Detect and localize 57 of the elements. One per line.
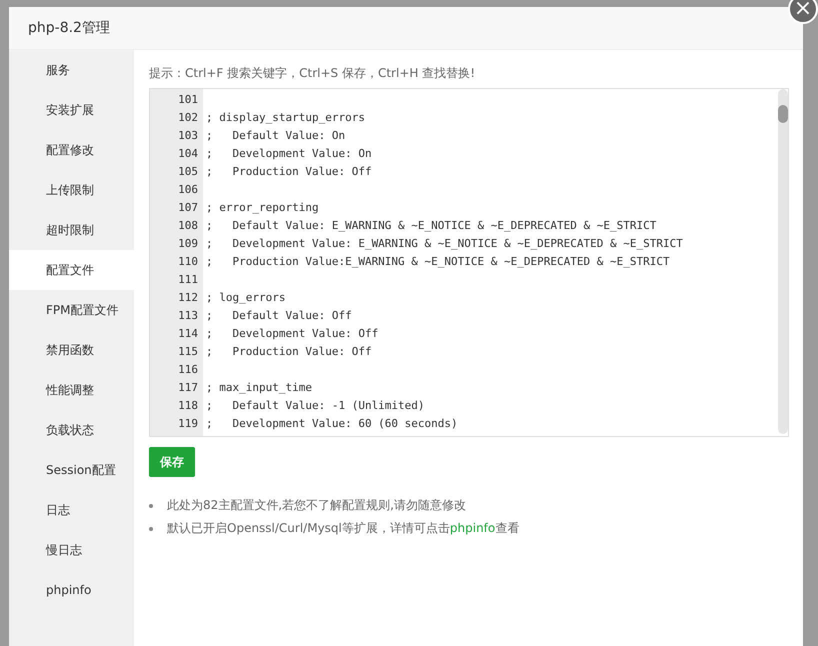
sidebar-item[interactable]: 日志 — [9, 490, 134, 530]
code-line: ; Production Value:E_WARNING & ~E_NOTICE & ~E_DEPRECATED & ~E_STRICT — [206, 255, 670, 268]
bullet-icon — [149, 504, 153, 508]
code-line: ; max_input_time — [206, 381, 312, 394]
line-number: 105 — [178, 165, 198, 178]
code-line: ; Default Value: -1 (Unlimited) — [206, 399, 425, 412]
scrollbar-thumb[interactable] — [778, 105, 788, 123]
line-number: 104 — [178, 147, 198, 160]
code-line: ; Development Value: On — [206, 147, 372, 160]
code-line: ; Development Value: Off — [206, 327, 378, 340]
line-number: 110 — [178, 255, 198, 268]
line-number: 119 — [178, 417, 198, 430]
line-number: 108 — [178, 219, 198, 232]
hint-text: 提示：Ctrl+F 搜索关键字，Ctrl+S 保存，Ctrl+H 查找替换! — [149, 65, 476, 80]
sidebar-item[interactable]: 服务 — [9, 50, 134, 90]
code-line: ; Default Value: Off — [206, 309, 352, 322]
line-number: 102 — [178, 111, 198, 124]
dialog-title: php-8.2管理 — [28, 19, 110, 37]
sidebar-item[interactable]: 慢日志 — [9, 530, 134, 570]
sidebar-item[interactable]: FPM配置文件 — [9, 290, 134, 330]
line-number: 114 — [178, 327, 198, 340]
code-line: ; Default Value: E_WARNING & ~E_NOTICE & ~E_DEPRECATED & ~E_STRICT — [206, 219, 656, 232]
close-button[interactable]: × — [788, 0, 818, 24]
sidebar-item[interactable]: 安装扩展 — [9, 90, 134, 130]
line-number: 116 — [178, 363, 198, 376]
bullet-icon — [149, 526, 153, 530]
line-number: 111 — [178, 273, 198, 286]
code-line: ; log_errors — [206, 291, 286, 304]
line-number: 107 — [178, 201, 198, 214]
sidebar-item[interactable]: phpinfo — [9, 570, 134, 610]
code-line: ; display_startup_errors — [206, 111, 365, 124]
line-number: 118 — [178, 399, 198, 412]
sidebar-item[interactable]: 上传限制 — [9, 170, 134, 210]
line-number: 106 — [178, 183, 198, 196]
sidebar-item[interactable]: 超时限制 — [9, 210, 134, 250]
code-line: ; Development Value: 60 (60 seconds) — [206, 417, 458, 430]
sidebar-item[interactable]: 负载状态 — [9, 410, 134, 450]
line-number: 103 — [178, 129, 198, 142]
line-number: 117 — [178, 381, 198, 394]
sidebar-item[interactable]: 配置修改 — [9, 130, 134, 170]
code-line: ; Default Value: On — [206, 129, 346, 142]
line-number: 113 — [178, 309, 198, 322]
note-text: 此处为82主配置文件,若您不了解配置规则,请勿随意修改 — [167, 497, 466, 514]
sidebar-item[interactable]: 禁用函数 — [9, 330, 134, 370]
line-number: 112 — [178, 291, 198, 304]
note-text: 默认已开启Openssl/Curl/Mysql等扩展，详情可点击phpinfo查看 — [167, 520, 520, 537]
sidebar-item[interactable]: 性能调整 — [9, 370, 134, 410]
code-line: ; Production Value: Off — [206, 345, 372, 358]
sidebar-item[interactable]: 配置文件 — [9, 250, 134, 290]
code-line: ; Development Value: E_WARNING & ~E_NOTICE & ~E_DEPRECATED & ~E_STRICT — [206, 237, 683, 250]
line-number: 101 — [178, 93, 198, 106]
code-line: ; error_reporting — [206, 201, 319, 214]
sidebar-item[interactable]: Session配置 — [9, 450, 134, 490]
line-number: 109 — [178, 237, 198, 250]
code-editor[interactable] — [149, 88, 789, 437]
code-line: ; Production Value: Off — [206, 165, 372, 178]
line-number: 115 — [178, 345, 198, 358]
